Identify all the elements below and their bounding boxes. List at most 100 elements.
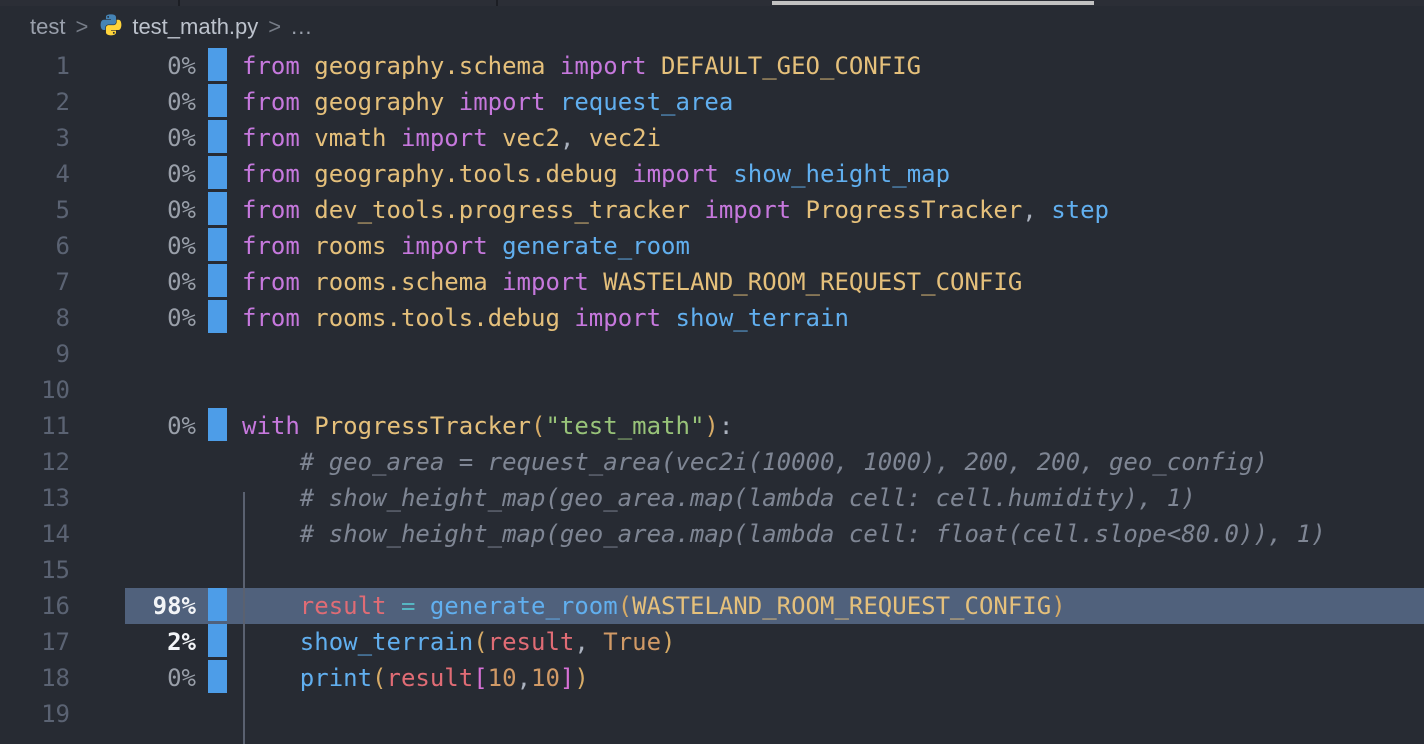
code-text[interactable]: from vmath import vec2, vec2i [242, 120, 661, 156]
code-text[interactable]: result = generate_room(WASTELAND_ROOM_RE… [242, 588, 1066, 624]
line-number[interactable]: 16 [0, 588, 70, 624]
code-text[interactable]: with ProgressTracker("test_math"): [242, 408, 733, 444]
line-number[interactable]: 6 [0, 228, 70, 264]
code-token [242, 520, 300, 548]
code-line[interactable]: 13 # show_height_map(geo_area.map(lambda… [0, 480, 1424, 516]
code-token: # geo_area = request_area(vec2i(10000, 1… [300, 448, 1268, 476]
code-token: rooms.schema [314, 268, 502, 296]
line-number[interactable]: 18 [0, 660, 70, 696]
line-number[interactable]: 9 [0, 336, 70, 372]
coverage-marker [208, 192, 227, 225]
code-token: import [632, 160, 733, 188]
line-number[interactable]: 5 [0, 192, 70, 228]
line-number[interactable]: 2 [0, 84, 70, 120]
code-line[interactable]: 10 [0, 372, 1424, 408]
code-line[interactable]: 6 0% from rooms import generate_room [0, 228, 1424, 264]
code-token: import [560, 52, 661, 80]
profile-percent: 0% [100, 48, 196, 84]
code-line[interactable]: 17 2% show_terrain(result, True) [0, 624, 1424, 660]
code-line[interactable]: 19 [0, 696, 1424, 732]
code-line[interactable]: 3 0% from vmath import vec2, vec2i [0, 120, 1424, 156]
code-line[interactable]: 180% print(result[10,10]) [0, 660, 1424, 696]
code-token [242, 628, 300, 656]
code-token: ProgressTracker [806, 196, 1023, 224]
code-token: ) [704, 412, 718, 440]
breadcrumb-folder[interactable]: test [30, 14, 65, 40]
code-text[interactable]: from geography.tools.debug import show_h… [242, 156, 950, 192]
line-number[interactable]: 7 [0, 264, 70, 300]
code-token: import [459, 88, 560, 116]
code-token: # show_height_map(geo_area.map(lambda ce… [300, 484, 1196, 512]
line-number[interactable]: 17 [0, 624, 70, 660]
code-token: from [242, 232, 314, 260]
code-token: vmath [314, 124, 401, 152]
code-editor[interactable]: 1 0% from geography.schema import DEFAULT_… [0, 48, 1424, 732]
code-text[interactable]: from dev_tools.progress_tracker import P… [242, 192, 1109, 228]
breadcrumb-symbol-ellipsis[interactable]: ... [291, 14, 312, 40]
breadcrumb: test > test_math.py > ... [0, 6, 1424, 48]
code-line[interactable]: 40%from geography.tools.debug import sho… [0, 156, 1424, 192]
code-token: from [242, 88, 314, 116]
line-number[interactable]: 14 [0, 516, 70, 552]
code-token: geography.tools.debug [314, 160, 632, 188]
code-token [242, 448, 300, 476]
code-text[interactable]: print(result[10,10]) [242, 660, 589, 696]
line-number[interactable]: 13 [0, 480, 70, 516]
code-token: result [300, 592, 387, 620]
code-line[interactable]: 2 0% from geography import request_area [0, 84, 1424, 120]
code-token: from [242, 196, 314, 224]
profile-percent: 0% [100, 84, 196, 120]
code-token: # show_height_map(geo_area.map(lambda ce… [300, 520, 1326, 548]
line-number[interactable]: 15 [0, 552, 70, 588]
code-token: import [574, 304, 675, 332]
profile-percent: 0% [100, 228, 196, 264]
code-line[interactable]: 12 # geo_area = request_area(vec2i(10000… [0, 444, 1424, 480]
code-line[interactable]: 1698% result = generate_room(WASTELAND_R… [0, 588, 1424, 624]
code-token: ) [1051, 592, 1065, 620]
profile-percent: 2% [100, 624, 196, 660]
code-line[interactable]: 1 0% from geography.schema import DEFAULT_… [0, 48, 1424, 84]
code-text[interactable]: # show_height_map(geo_area.map(lambda ce… [242, 516, 1326, 552]
code-token: from [242, 124, 314, 152]
code-token: : [719, 412, 733, 440]
code-token: [ [473, 664, 487, 692]
code-token: ( [372, 664, 386, 692]
code-text[interactable]: show_terrain(result, True) [242, 624, 676, 660]
code-line[interactable]: 14 # show_height_map(geo_area.map(lambda… [0, 516, 1424, 552]
code-token: request_area [560, 88, 733, 116]
code-line[interactable]: 50%from dev_tools.progress_tracker impor… [0, 192, 1424, 228]
code-text[interactable]: from rooms.tools.debug import show_terra… [242, 300, 849, 336]
profile-percent: 0% [100, 120, 196, 156]
code-token: from [242, 304, 314, 332]
line-number[interactable]: 11 [0, 408, 70, 444]
line-number[interactable]: 3 [0, 120, 70, 156]
coverage-marker [208, 408, 227, 441]
code-text[interactable]: from geography import request_area [242, 84, 733, 120]
code-line[interactable]: 7 0% from rooms.schema import WASTELAND_RO… [0, 264, 1424, 300]
code-token: ] [560, 664, 574, 692]
code-text[interactable]: # show_height_map(geo_area.map(lambda ce… [242, 480, 1196, 516]
code-text[interactable]: from rooms.schema import WASTELAND_ROOM_… [242, 264, 1022, 300]
code-token: rooms [314, 232, 401, 260]
line-number[interactable]: 1 [0, 48, 70, 84]
code-token: show_terrain [300, 628, 473, 656]
breadcrumb-file[interactable]: test_math.py [98, 14, 258, 40]
indent-guide [243, 492, 245, 744]
code-line[interactable]: 110%with ProgressTracker("test_math"): [0, 408, 1424, 444]
tab-scrollbar-thumb[interactable] [772, 1, 1094, 5]
code-line[interactable]: 15 [0, 552, 1424, 588]
code-token: WASTELAND_ROOM_REQUEST_CONFIG [603, 268, 1022, 296]
code-text[interactable]: from geography.schema import DEFAULT_GEO… [242, 48, 921, 84]
code-text[interactable]: from rooms import generate_room [242, 228, 690, 264]
line-number[interactable]: 10 [0, 372, 70, 408]
line-number[interactable]: 4 [0, 156, 70, 192]
breadcrumb-filename: test_math.py [132, 14, 258, 40]
code-line[interactable]: 80%from rooms.tools.debug import show_te… [0, 300, 1424, 336]
line-number[interactable]: 8 [0, 300, 70, 336]
code-text[interactable]: # geo_area = request_area(vec2i(10000, 1… [242, 444, 1268, 480]
line-number[interactable]: 12 [0, 444, 70, 480]
code-line[interactable]: 9 [0, 336, 1424, 372]
code-token: generate_room [430, 592, 618, 620]
profile-percent: 0% [100, 264, 196, 300]
line-number[interactable]: 19 [0, 696, 70, 732]
